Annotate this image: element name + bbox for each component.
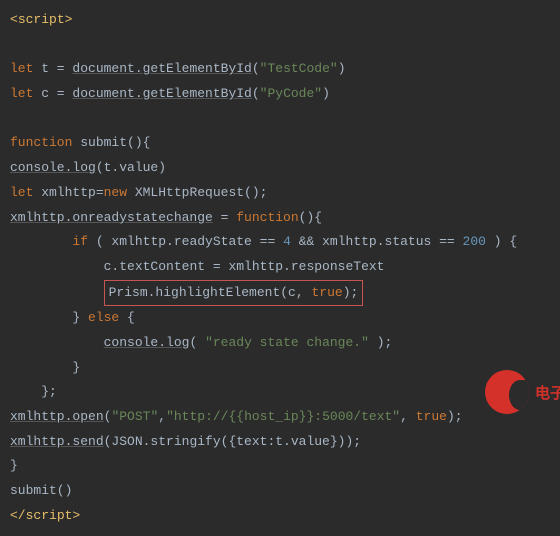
identifier: c.textContent = xmlhttp.responseText — [104, 259, 385, 274]
keyword: function — [10, 135, 72, 150]
blank-line — [10, 107, 550, 132]
code-line: <script> — [10, 8, 550, 33]
watermark-text: 电子 — [535, 382, 560, 403]
identifier: xmlhttp.status == — [322, 234, 462, 249]
code-line: let c = document.getElementById("PyCode"… — [10, 82, 550, 107]
identifier: xmlhttp= — [33, 185, 103, 200]
keyword: function — [236, 210, 298, 225]
identifier: { — [119, 310, 135, 325]
paren: ( — [189, 335, 205, 350]
operator: = — [213, 210, 236, 225]
code-line: console.log(t.value) — [10, 156, 550, 181]
method-chain: console.log — [10, 160, 96, 175]
code-line: submit() — [10, 479, 550, 504]
code-line: let t = document.getElementById("TestCod… — [10, 57, 550, 82]
identifier: } — [72, 360, 80, 375]
keyword: true — [311, 285, 342, 300]
keyword: new — [104, 185, 127, 200]
string-literal: "ready state change." — [205, 335, 369, 350]
identifier: (JSON.stringify({text:t.value})); — [104, 434, 361, 449]
keyword: let — [10, 86, 33, 101]
tag-name: script — [18, 12, 65, 27]
code-line: } — [10, 356, 550, 381]
code-line: </script> — [10, 504, 550, 529]
identifier: submit(){ — [72, 135, 150, 150]
paren: ) — [322, 86, 330, 101]
identifier: (t.value) — [96, 160, 166, 175]
code-line: } else { — [10, 306, 550, 331]
identifier: ( xmlhttp.readyState == — [88, 234, 283, 249]
string-literal: "http://{{host_ip}}:5000/text" — [166, 409, 400, 424]
string-literal: "PyCode" — [260, 86, 322, 101]
code-line: function submit(){ — [10, 131, 550, 156]
blank-line — [10, 33, 550, 58]
method-chain: console.log — [104, 335, 190, 350]
code-line: }; — [10, 380, 550, 405]
comma: , — [400, 409, 416, 424]
method-chain: xmlhttp.send — [10, 434, 104, 449]
identifier: XMLHttpRequest(); — [127, 185, 267, 200]
paren: ); — [369, 335, 392, 350]
angle-bracket: < — [10, 12, 18, 27]
identifier: } — [10, 458, 18, 473]
keyword: let — [10, 185, 33, 200]
number: 4 — [283, 234, 291, 249]
identifier: ); — [343, 285, 359, 300]
code-line: c.textContent = xmlhttp.responseText — [10, 255, 550, 280]
angle-bracket: > — [72, 508, 80, 523]
comma: , — [158, 409, 166, 424]
identifier: } — [72, 310, 88, 325]
code-line: let xmlhttp=new XMLHttpRequest(); — [10, 181, 550, 206]
identifier: }; — [41, 384, 57, 399]
watermark-logo: 电子 — [485, 370, 560, 414]
identifier: c = — [33, 86, 72, 101]
keyword: if — [72, 234, 88, 249]
paren: ( — [252, 86, 260, 101]
code-line: Prism.highlightElement(c, true); — [10, 280, 550, 307]
paren: ); — [447, 409, 463, 424]
logo-icon — [485, 370, 529, 414]
identifier: t = — [33, 61, 72, 76]
string-literal: "TestCode" — [260, 61, 338, 76]
code-editor[interactable]: <script> let t = document.getElementById… — [0, 0, 560, 536]
operator: && — [291, 234, 322, 249]
keyword: let — [10, 61, 33, 76]
code-line: xmlhttp.open("POST","http://{{host_ip}}:… — [10, 405, 550, 430]
method-chain: xmlhttp.open — [10, 409, 104, 424]
method-chain: document.getElementById — [72, 86, 251, 101]
identifier: ) { — [486, 234, 517, 249]
paren: ( — [252, 61, 260, 76]
identifier: Prism.highlightElement(c, — [109, 285, 312, 300]
code-line: xmlhttp.onreadystatechange = function(){ — [10, 206, 550, 231]
code-line: xmlhttp.send(JSON.stringify({text:t.valu… — [10, 430, 550, 455]
code-line: console.log( "ready state change." ); — [10, 331, 550, 356]
method-chain: document.getElementById — [72, 61, 251, 76]
keyword: true — [416, 409, 447, 424]
code-line: } — [10, 454, 550, 479]
number: 200 — [463, 234, 486, 249]
tag-name: script — [26, 508, 73, 523]
identifier: submit() — [10, 483, 72, 498]
code-line: if ( xmlhttp.readyState == 4 && xmlhttp.… — [10, 230, 550, 255]
keyword: else — [88, 310, 119, 325]
identifier: (){ — [299, 210, 322, 225]
paren: ) — [338, 61, 346, 76]
highlight-box: Prism.highlightElement(c, true); — [104, 280, 364, 307]
angle-bracket: </ — [10, 508, 26, 523]
string-literal: "POST" — [111, 409, 158, 424]
angle-bracket: > — [65, 12, 73, 27]
method-chain: xmlhttp.onreadystatechange — [10, 210, 213, 225]
